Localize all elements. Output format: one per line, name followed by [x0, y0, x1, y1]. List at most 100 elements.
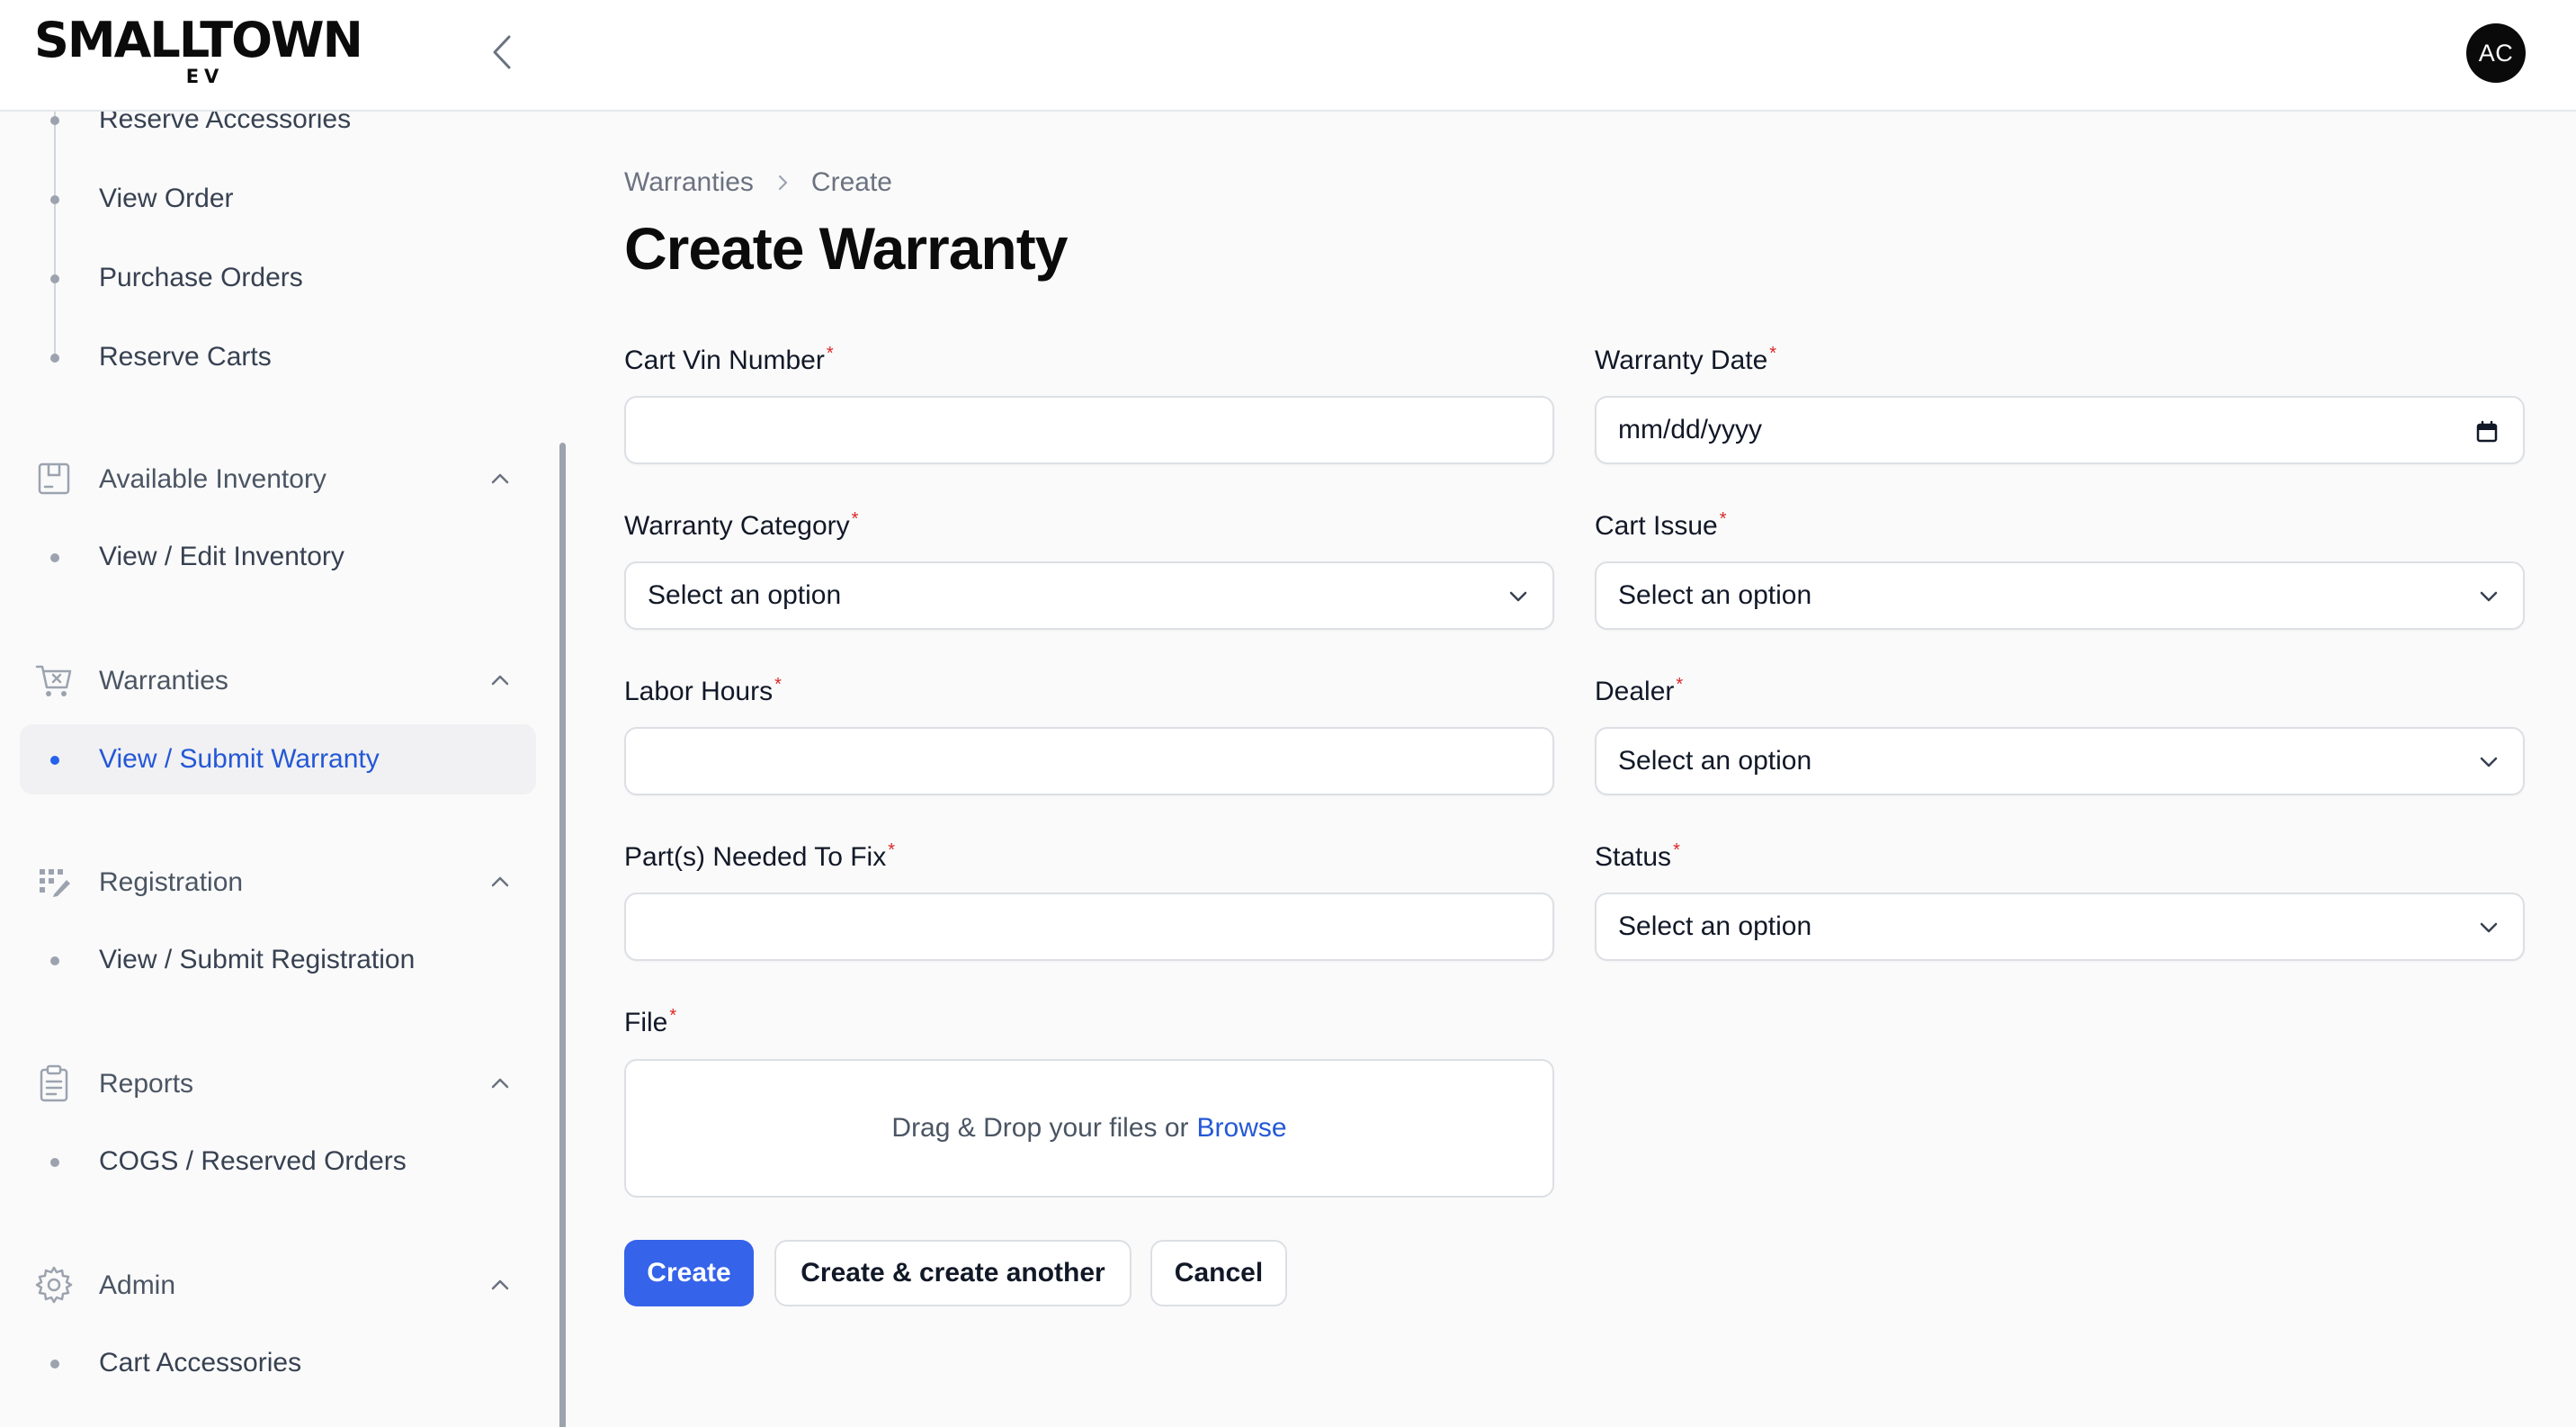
sidebar-item-label: Reserve Accessories [99, 112, 352, 134]
status-label: Status * [1595, 840, 1680, 873]
warranty-date-label: Warranty Date * [1595, 344, 1776, 376]
smalltown-ev-logo[interactable]: SMALLTOWN EV [34, 16, 376, 88]
label-text: Labor Hours [624, 677, 774, 706]
sidebar-group-available-inventory[interactable]: Available Inventory [20, 446, 536, 511]
bullet [50, 553, 59, 562]
file-label: File * [624, 1006, 676, 1038]
sidebar-item-reserve-accessories[interactable]: Reserve Accessories [20, 112, 536, 155]
cancel-button[interactable]: Cancel [1150, 1240, 1287, 1306]
sidebar-item-label: Purchase Orders [99, 263, 303, 292]
sidebar-item-reserve-carts[interactable]: Reserve Carts [20, 322, 536, 392]
required-marker: * [888, 840, 896, 860]
inventory-icon [38, 462, 70, 495]
sidebar-group-admin[interactable]: Admin [20, 1252, 536, 1317]
bullet [50, 116, 59, 125]
required-marker: * [1676, 675, 1684, 695]
parts-needed-label: Part(s) Needed To Fix * [624, 840, 895, 873]
chevron-up-icon [491, 473, 509, 484]
logo-wordmark: SMALLTOWN [34, 12, 363, 68]
chevron-down-icon [2480, 922, 2498, 933]
chevron-down-icon [2480, 591, 2498, 602]
label-text: Dealer [1595, 677, 1675, 706]
sidebar-item-label: View / Submit Warranty [99, 744, 380, 774]
required-marker: * [1673, 840, 1680, 860]
create-button[interactable]: Create [624, 1240, 754, 1306]
sidebar: Reserve Accessories View Order Purchase … [0, 112, 567, 1427]
page-title: Create Warranty [624, 215, 1068, 282]
label-text: Cart Vin Number [624, 346, 825, 375]
sidebar-item-label: View / Edit Inventory [99, 542, 344, 571]
chevron-down-icon [2480, 757, 2498, 767]
label-text: Warranty Date [1595, 346, 1768, 375]
warranty-category-select[interactable]: Select an option [624, 561, 1554, 630]
chevron-up-icon [491, 876, 509, 887]
registration-icon [40, 869, 70, 897]
label-text: Cart Issue [1595, 511, 1718, 541]
sidebar-item-label: View / Submit Registration [99, 945, 416, 974]
chevron-down-icon [1509, 591, 1527, 602]
bullet [50, 274, 59, 283]
chevron-up-icon [491, 675, 509, 686]
bullet [50, 195, 59, 204]
required-marker: * [851, 509, 859, 529]
warranty-date-input[interactable]: mm/dd/yyyy [1595, 396, 2525, 464]
clipboard-icon [40, 1064, 68, 1102]
status-select[interactable]: Select an option [1595, 893, 2525, 961]
sidebar-item-view-order[interactable]: View Order [20, 164, 536, 234]
sidebar-group-registration[interactable]: Registration [20, 849, 536, 914]
bullet [50, 1158, 59, 1167]
create-and-create-another-button[interactable]: Create & create another [774, 1240, 1131, 1306]
dealer-label: Dealer * [1595, 675, 1683, 707]
dealer-select[interactable]: Select an option [1595, 727, 2525, 795]
parts-needed-input[interactable] [624, 893, 1554, 961]
bullet [50, 756, 59, 765]
bullet [50, 956, 59, 965]
sidebar-scrollbar[interactable] [559, 443, 566, 1427]
dropzone-text: Drag & Drop your files or [891, 1113, 1189, 1143]
top-bar: SMALLTOWN EV AC [0, 0, 2576, 112]
user-avatar[interactable]: AC [2466, 23, 2526, 83]
breadcrumb-warranties[interactable]: Warranties [624, 167, 754, 198]
cart-vin-number-input[interactable] [624, 396, 1554, 464]
breadcrumb: Warranties Create [624, 167, 892, 198]
select-value: Select an option [1618, 580, 1812, 610]
browse-link[interactable]: Browse [1197, 1113, 1287, 1144]
warranty-category-label: Warranty Category * [624, 509, 858, 542]
cart-vin-number-label: Cart Vin Number * [624, 344, 834, 376]
label-text: Status [1595, 842, 1672, 872]
required-marker: * [1769, 344, 1777, 363]
sidebar-item-purchase-orders[interactable]: Purchase Orders [20, 243, 536, 313]
sidebar-item-view-edit-inventory[interactable]: View / Edit Inventory [20, 522, 536, 592]
sidebar-item-view-submit-registration[interactable]: View / Submit Registration [20, 925, 536, 995]
logo-subtext: EV [185, 66, 225, 87]
required-marker: * [669, 1006, 677, 1026]
sidebar-group-reports[interactable]: Reports [20, 1051, 536, 1116]
required-marker: * [1719, 509, 1727, 529]
required-marker: * [774, 675, 782, 695]
labor-hours-input[interactable] [624, 727, 1554, 795]
required-marker: * [826, 344, 834, 363]
label-text: Warranty Category [624, 511, 850, 541]
sidebar-item-view-submit-warranty[interactable]: View / Submit Warranty [20, 724, 536, 794]
select-value: Select an option [648, 580, 842, 610]
labor-hours-label: Labor Hours * [624, 675, 782, 707]
sidebar-group-warranties[interactable]: Warranties [20, 648, 536, 713]
chevron-left-icon [493, 35, 511, 69]
file-dropzone[interactable]: Drag & Drop your files or Browse [624, 1059, 1554, 1198]
cart-issue-select[interactable]: Select an option [1595, 561, 2525, 630]
sidebar-item-cart-accessories[interactable]: Cart Accessories [20, 1328, 536, 1398]
sidebar-item-label: View Order [99, 184, 234, 213]
sidebar-group-label: Reports [99, 1069, 194, 1099]
sidebar-item-cogs-reserved-orders[interactable]: COGS / Reserved Orders [20, 1126, 536, 1197]
sidebar-group-label: Available Inventory [99, 464, 326, 494]
calendar-icon[interactable] [2474, 419, 2500, 444]
select-value: Select an option [1618, 746, 1812, 776]
sidebar-item-label: Cart Accessories [99, 1348, 302, 1378]
sidebar-group-label: Registration [99, 867, 244, 897]
date-placeholder: mm/dd/yyyy [1618, 415, 1763, 444]
breadcrumb-create: Create [810, 167, 892, 197]
collapse-sidebar-button[interactable] [482, 32, 522, 72]
sidebar-item-label: COGS / Reserved Orders [99, 1146, 407, 1176]
sidebar-group-label: Admin [99, 1270, 176, 1300]
sidebar-group-label: Warranties [99, 666, 228, 696]
